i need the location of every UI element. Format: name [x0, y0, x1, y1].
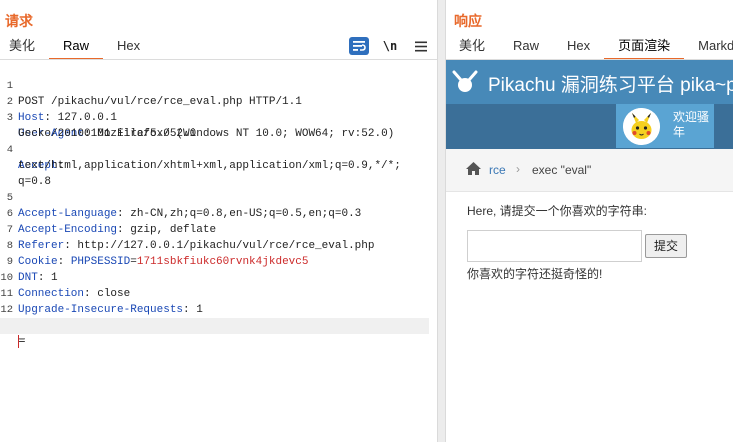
request-line: 11 Upgrade-Insecure-Requests: 1	[0, 288, 203, 316]
request-line: 8 Cookie: PHPSESSID=1711sbkfiukc60rvnk4j…	[0, 222, 437, 268]
breadcrumb-link-rce[interactable]: rce	[489, 163, 506, 177]
request-line: 2 Host: 127.0.0.1	[0, 78, 437, 124]
request-line: 4 Accept:	[0, 126, 437, 172]
menu-icon[interactable]	[411, 37, 431, 55]
request-editor[interactable]: 1 POST /pikachu/vul/rce/rce_eval.php HTT…	[0, 60, 437, 442]
pane-splitter[interactable]	[437, 0, 446, 442]
request-line: 5 Accept-Language: zh-CN,zh;q=0.8,en-US;…	[0, 174, 437, 220]
rendered-page: Pikachu 漏洞练习平台 pika~pika~	[446, 60, 733, 442]
site-header: Pikachu 漏洞练习平台 pika~pika~	[446, 60, 733, 104]
submit-button[interactable]: 提交	[645, 234, 687, 258]
breadcrumb-separator: ›	[516, 162, 520, 176]
request-pane: 请求 美化 Raw Hex \n 1 POST /pikachu/vul/rce…	[0, 0, 437, 442]
request-line: 10 Connection: close	[0, 272, 131, 300]
pikachu-logo-icon	[452, 70, 478, 92]
user-box[interactable]: 欢迎骚年	[616, 104, 714, 148]
breadcrumb: rce › exec "eval"	[446, 149, 733, 192]
hamburger-glyph	[415, 41, 427, 51]
request-line: 12	[0, 286, 437, 316]
request-line: text/html,application/xhtml+xml,applicat…	[0, 142, 437, 172]
prompt-text: Here, 请提交一个你喜欢的字符串:	[467, 204, 648, 218]
request-title: 请求	[5, 13, 33, 29]
pikachu-avatar-icon	[623, 108, 660, 145]
breadcrumb-current: exec "eval"	[532, 163, 592, 177]
wrap-lines-glyph	[353, 41, 366, 51]
response-tab-render[interactable]: 页面渲染	[604, 36, 685, 60]
response-tab-markdown[interactable]: Markdown	[684, 36, 733, 60]
txt-input[interactable]	[467, 230, 642, 262]
request-line-active: =	[0, 318, 429, 348]
response-tabs: 美化 Raw Hex 页面渲染 Markdown	[446, 36, 733, 60]
show-newlines-button[interactable]: \n	[380, 37, 400, 55]
response-tab-raw[interactable]: Raw	[499, 36, 553, 60]
request-line: Gecko/20100101 Firefox/52.0	[0, 110, 437, 140]
request-line: 13 =	[0, 302, 437, 348]
result-message: 你喜欢的字符还挺奇怪的!	[467, 267, 603, 281]
response-title: 响应	[454, 13, 482, 29]
request-line: 3 User-Agent: Mozilla/5.0 (Windows NT 10…	[0, 94, 437, 140]
welcome-text: 欢迎骚年	[673, 110, 710, 139]
home-icon[interactable]	[465, 161, 482, 176]
request-line: 9 DNT: 1	[0, 238, 437, 284]
request-line: 1 POST /pikachu/vul/rce/rce_eval.php HTT…	[0, 62, 437, 108]
request-line: 6 Accept-Encoding: gzip, deflate	[0, 190, 437, 236]
response-tab-pretty[interactable]: 美化	[446, 36, 499, 60]
site-title: Pikachu 漏洞练习平台 pika~pika~	[488, 75, 733, 96]
wrap-lines-icon[interactable]	[349, 37, 369, 55]
request-tab-raw[interactable]: Raw	[49, 36, 104, 60]
request-line: q=0.8	[0, 158, 437, 188]
request-tabs: 美化 Raw Hex	[0, 36, 154, 60]
request-line: 7 Referer: http://127.0.0.1/pikachu/vul/…	[0, 206, 437, 252]
request-tab-hex[interactable]: Hex	[103, 36, 154, 60]
avatar	[623, 108, 660, 145]
response-tab-hex[interactable]: Hex	[553, 36, 604, 60]
request-tab-pretty[interactable]: 美化	[0, 36, 49, 60]
response-pane: 响应 美化 Raw Hex 页面渲染 Markdown Pikachu 漏洞练习…	[446, 0, 733, 442]
